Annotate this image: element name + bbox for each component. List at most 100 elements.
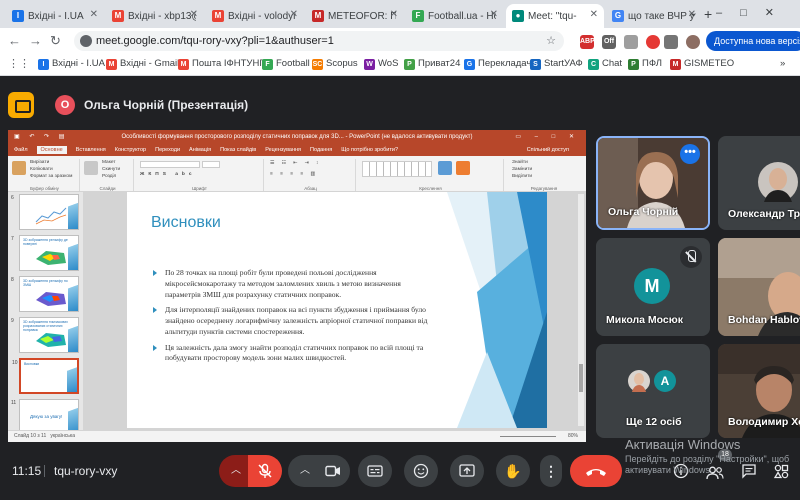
bookmark-gmail[interactable]: M Вхідні - Gmail <box>106 58 179 70</box>
tab-google-search[interactable]: Gщо таке ВЧР у ко✕ <box>606 4 702 28</box>
tab-gmail-2[interactable]: M Вхідні - volodym ✕ <box>206 4 304 28</box>
paste-icon <box>12 161 26 175</box>
site-info-icon[interactable] <box>80 35 92 47</box>
captions-button[interactable] <box>358 455 392 487</box>
close-icon[interactable]: ✕ <box>490 9 498 20</box>
tab-label: Football.ua - Ново <box>428 10 496 22</box>
chrome-update-button[interactable]: Доступна нова версія Chrome <box>706 31 800 51</box>
slide-title: Висновки <box>151 214 221 231</box>
bookmark-label: GISMETEO <box>684 58 735 69</box>
privat24-icon: P <box>404 59 415 70</box>
wos-icon: W <box>364 59 375 70</box>
activation-line: активувати Windows. <box>625 465 713 476</box>
forward-icon[interactable]: → <box>29 33 42 48</box>
window-controls: ▭ – □ ✕ <box>515 134 580 140</box>
extension-off-icon[interactable]: Off <box>602 35 616 49</box>
reactions-button[interactable] <box>404 455 438 487</box>
extension-icon[interactable] <box>624 35 638 49</box>
group-label: Редагування <box>530 186 558 191</box>
format-painter-label: Формат за зразком <box>30 174 73 179</box>
url-bar[interactable]: meet.google.com/tqu-rory-vxy?pli=1&authu… <box>74 31 564 51</box>
participant-tile-olha[interactable]: ••• Ольга Чорній <box>596 136 710 230</box>
close-icon[interactable]: ✕ <box>390 9 398 20</box>
leave-call-button[interactable] <box>570 455 622 487</box>
present-screen-button[interactable] <box>450 455 484 487</box>
tab-meet[interactable]: ● Meet: "tqu- ✕ <box>506 4 604 28</box>
zoom-level: 80% <box>567 433 578 439</box>
slide-thumbnail: 8 3D зображення рельєфу покрівлі ЗМШ <box>11 276 79 312</box>
chat-icon: C <box>588 59 599 70</box>
participant-tile-bohdan[interactable]: Bohdan Hablovskyi <box>718 238 800 336</box>
tab-label: Вхідні - xbp13@ <box>128 10 196 22</box>
more-options-icon[interactable]: ••• <box>680 144 700 164</box>
slide-decoration <box>68 400 78 434</box>
bookmarks-overflow-button[interactable]: » <box>780 58 785 69</box>
back-icon[interactable]: ← <box>8 33 21 48</box>
ribbon-search: Що потрібно зробити? <box>341 147 399 153</box>
close-icon[interactable]: ✕ <box>190 9 198 20</box>
present-screen-icon <box>459 464 475 477</box>
extensions-puzzle-icon[interactable] <box>664 35 678 49</box>
startuaf-icon: S <box>530 59 541 70</box>
meet-icon: ● <box>512 10 524 22</box>
bookmark-iua[interactable]: I Вхідні - I.UA <box>38 58 105 70</box>
copy-label: Копіювати <box>30 167 53 172</box>
bookmark-pfl[interactable]: P ПФЛ <box>628 58 662 70</box>
close-icon[interactable]: ✕ <box>590 9 598 20</box>
raise-hand-button[interactable]: ✋ <box>496 455 530 487</box>
more-options-button[interactable]: ⋮ <box>540 455 562 487</box>
bookmark-ifntung[interactable]: M Пошта ІФНТУНГ <box>178 58 264 70</box>
apps-grid-icon[interactable]: ⋮⋮ <box>8 57 30 70</box>
meet-header: О Ольга Чорній (Презентація) <box>0 76 800 130</box>
close-icon[interactable]: ✕ <box>90 9 98 20</box>
slide-thumbnails: 6 7 3D зображення рельєфу денної поверхн… <box>8 192 83 435</box>
tab-gmail-1[interactable]: M Вхідні - xbp13@ ✕ <box>106 4 204 28</box>
bookmark-football[interactable]: F Football <box>262 58 310 70</box>
record-icon[interactable] <box>646 35 660 49</box>
relief-map-icon <box>36 251 66 265</box>
tab-football[interactable]: F Football.ua - Ново✕ <box>406 4 504 28</box>
mic-toggle-button[interactable] <box>248 455 282 487</box>
layout-label: Макет <box>102 160 116 165</box>
tab-iua[interactable]: I Вхідні - I.UA ✕ <box>6 4 104 28</box>
tab-label: METEOFOR: Погода <box>328 10 396 22</box>
google-translate-icon: G <box>464 59 475 70</box>
participant-tile-oleksandr[interactable]: Олександр Трубенко <box>718 136 800 230</box>
reload-icon[interactable]: ↻ <box>50 33 61 49</box>
bookmark-label: Приват24 <box>418 58 461 69</box>
presentation-icon <box>8 92 34 118</box>
bookmark-label: Перекладач <box>478 58 532 69</box>
profile-avatar[interactable] <box>686 35 700 49</box>
bookmark-chat[interactable]: C Chat <box>588 58 622 70</box>
divider <box>44 465 45 477</box>
share-button: Спільний доступ <box>526 147 569 153</box>
participant-tile-volodymyr[interactable]: Володимир Хомин <box>718 344 800 438</box>
participant-tile-mykola[interactable]: M Микола Мосюк <box>596 238 710 336</box>
zoom-slider <box>500 436 556 437</box>
list-buttons: ☰ ☷ ⇤ ⇥ ↕ <box>270 161 322 166</box>
presenter-title: Ольга Чорній (Презентація) <box>84 98 249 112</box>
camera-toggle-button[interactable] <box>316 455 350 487</box>
participant-photo <box>628 370 650 392</box>
bookmark-star-icon[interactable]: ☆ <box>546 31 556 51</box>
window-controls[interactable]: ⌄–□✕ <box>689 6 792 19</box>
bookmark-privat24[interactable]: P Приват24 <box>404 58 461 70</box>
ribbon-tabs: Файл Основне Вставлення Конструктор Переходи… <box>8 144 586 156</box>
mic-off-icon <box>258 463 272 478</box>
relief-map-icon <box>36 292 66 306</box>
bookmark-wos[interactable]: W WoS <box>364 58 398 70</box>
bookmark-scopus[interactable]: SC Scopus <box>312 58 358 70</box>
bookmark-gismeteo[interactable]: M GISMETEO <box>670 58 735 70</box>
bookmark-label: ПФЛ <box>642 58 662 69</box>
new-slide-icon <box>84 161 98 175</box>
close-icon[interactable]: ✕ <box>290 9 298 20</box>
participant-tile-others[interactable]: A Ще 12 осіб <box>596 344 710 438</box>
bookmark-startuaf[interactable]: S StartУАФ <box>530 58 583 70</box>
activation-title: Активація Windows <box>625 437 741 452</box>
adblock-icon[interactable]: ABP <box>580 35 595 49</box>
bookmark-translator[interactable]: G Перекладач <box>464 58 532 70</box>
tab-meteofor[interactable]: M METEOFOR: Погода✕ <box>306 4 404 28</box>
participant-name: Bohdan Hablovskyi <box>728 314 800 326</box>
ribbon-group-paragraph: ☰ ☷ ⇤ ⇥ ↕ ≡ ≡ ≡ ≡ ▥ Абзац <box>266 159 356 191</box>
tab-label: Meet: "tqu- <box>528 10 577 22</box>
